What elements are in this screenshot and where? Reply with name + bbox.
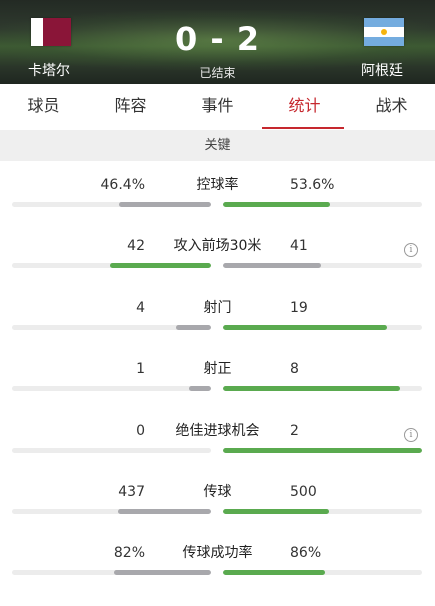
away-stat-bar xyxy=(223,509,422,514)
home-stat-bar xyxy=(12,263,211,268)
stat-label: 控球率 xyxy=(196,177,239,193)
stat-row-big-chances: 0 绝佳进球机会 2 i xyxy=(0,423,435,484)
away-stat-bar xyxy=(223,325,422,330)
stat-row-possession: 46.4% 控球率 53.6% xyxy=(0,177,435,238)
stat-away-value: 2 xyxy=(290,423,299,439)
away-stat-bar-fill xyxy=(223,202,330,207)
stat-away-value: 500 xyxy=(290,484,317,500)
tab-players[interactable]: 球员 xyxy=(0,84,87,130)
home-stat-bar xyxy=(12,570,211,575)
stat-away-value: 53.6% xyxy=(290,177,335,193)
away-stat-bar xyxy=(223,448,422,453)
stat-row-pass-accuracy: 82% 传球成功率 86% xyxy=(0,545,435,606)
home-stat-bar-fill xyxy=(110,263,211,268)
away-stat-bar xyxy=(223,202,422,207)
stat-away-value: 19 xyxy=(290,300,308,316)
tab-tactics[interactable]: 战术 xyxy=(348,84,435,130)
home-stat-bar-fill xyxy=(113,570,211,575)
away-stat-bar xyxy=(223,386,422,391)
home-stat-bar-fill xyxy=(118,509,211,514)
away-stat-bar-fill xyxy=(223,386,400,391)
home-stat-bar xyxy=(12,448,211,453)
stat-row-final-third-entries: 42 攻入前场30米 41 i xyxy=(0,238,435,299)
away-stat-bar-fill xyxy=(223,509,330,514)
home-stat-bar-fill xyxy=(188,386,211,391)
stat-row-shots: 4 射门 19 xyxy=(0,300,435,361)
info-icon[interactable]: i xyxy=(404,428,418,442)
home-stat-bar xyxy=(12,386,211,391)
match-header: 卡塔尔 阿根廷 0 - 2 已结束 xyxy=(0,0,435,84)
away-stat-bar xyxy=(223,570,422,575)
home-stat-bar-fill xyxy=(118,202,211,207)
stat-away-value: 86% xyxy=(290,545,322,561)
away-stat-bar-fill xyxy=(223,570,325,575)
stat-row-shots-on-target: 1 射正 8 xyxy=(0,361,435,422)
stat-row-passes: 437 传球 500 xyxy=(0,484,435,545)
away-stat-bar xyxy=(223,263,422,268)
info-icon[interactable]: i xyxy=(404,243,418,257)
tab-bar: 球员 阵容 事件 统计 战术 xyxy=(0,84,435,130)
home-stat-bar xyxy=(12,509,211,514)
section-header: 关键 xyxy=(0,130,435,161)
tab-events[interactable]: 事件 xyxy=(174,84,261,130)
stat-away-value: 8 xyxy=(290,361,299,377)
home-stat-bar xyxy=(12,202,211,207)
home-stat-bar-fill xyxy=(176,325,211,330)
stat-label: 射正 xyxy=(203,361,232,377)
stat-label: 攻入前场30米 xyxy=(173,238,262,254)
home-stat-bar xyxy=(12,325,211,330)
away-stat-bar-fill xyxy=(223,263,322,268)
stat-label: 传球成功率 xyxy=(182,545,253,561)
stat-label: 射门 xyxy=(203,300,232,316)
tab-stats[interactable]: 统计 xyxy=(261,84,348,130)
away-stat-bar-fill xyxy=(223,448,422,453)
match-status: 已结束 xyxy=(199,66,236,80)
match-score: 0 - 2 xyxy=(174,20,261,58)
away-stat-bar-fill xyxy=(223,325,388,330)
tab-lineup[interactable]: 阵容 xyxy=(87,84,174,130)
stat-away-value: 41 xyxy=(290,238,308,254)
active-tab-indicator xyxy=(262,127,344,129)
stat-label: 绝佳进球机会 xyxy=(175,423,260,439)
stat-label: 传球 xyxy=(203,484,232,500)
